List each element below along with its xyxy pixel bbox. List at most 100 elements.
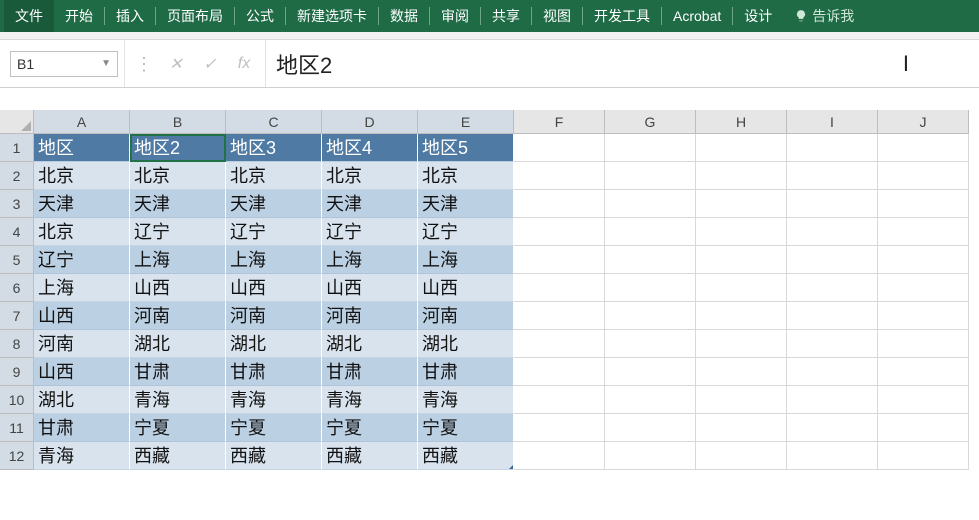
cell[interactable] xyxy=(514,190,605,218)
cancel-icon[interactable]: ✕ xyxy=(165,54,187,74)
cell[interactable]: 青海 xyxy=(418,386,514,414)
cell[interactable] xyxy=(878,246,969,274)
cell[interactable]: 北京 xyxy=(226,162,322,190)
col-header-G[interactable]: G xyxy=(605,110,696,134)
cell[interactable]: 山西 xyxy=(34,302,130,330)
cell[interactable]: 甘肃 xyxy=(418,358,514,386)
row-header[interactable]: 4 xyxy=(0,218,34,246)
cell[interactable]: 上海 xyxy=(34,274,130,302)
row-header[interactable]: 6 xyxy=(0,274,34,302)
col-header-E[interactable]: E xyxy=(418,110,514,134)
col-header-C[interactable]: C xyxy=(226,110,322,134)
cell[interactable] xyxy=(514,302,605,330)
cell[interactable]: 湖北 xyxy=(130,330,226,358)
cell[interactable] xyxy=(696,442,787,470)
cell[interactable] xyxy=(878,274,969,302)
col-header-A[interactable]: A xyxy=(34,110,130,134)
cell[interactable]: 宁夏 xyxy=(130,414,226,442)
cell[interactable]: 辽宁 xyxy=(130,218,226,246)
cell[interactable]: 西藏 xyxy=(130,442,226,470)
cell[interactable] xyxy=(514,386,605,414)
cell[interactable]: 辽宁 xyxy=(322,218,418,246)
row-header[interactable]: 11 xyxy=(0,414,34,442)
cell[interactable] xyxy=(787,134,878,162)
cell[interactable] xyxy=(696,162,787,190)
row-header[interactable]: 12 xyxy=(0,442,34,470)
cell[interactable] xyxy=(696,302,787,330)
cell[interactable]: 甘肃 xyxy=(130,358,226,386)
cell[interactable]: 上海 xyxy=(226,246,322,274)
cell[interactable]: 北京 xyxy=(322,162,418,190)
cell[interactable] xyxy=(605,190,696,218)
row-header[interactable]: 10 xyxy=(0,386,34,414)
cell[interactable]: 河南 xyxy=(322,302,418,330)
cell[interactable]: 山西 xyxy=(226,274,322,302)
cell[interactable]: 上海 xyxy=(322,246,418,274)
cell[interactable]: 辽宁 xyxy=(418,218,514,246)
cell[interactable] xyxy=(878,386,969,414)
cell[interactable]: 宁夏 xyxy=(418,414,514,442)
cell[interactable] xyxy=(878,218,969,246)
row-header[interactable]: 8 xyxy=(0,330,34,358)
cell-selected[interactable]: 地区2 xyxy=(130,134,226,162)
cell[interactable] xyxy=(514,414,605,442)
confirm-icon[interactable]: ✓ xyxy=(199,54,221,74)
tab-home[interactable]: 开始 xyxy=(54,0,104,32)
cell[interactable]: 西藏 xyxy=(226,442,322,470)
cell[interactable]: 北京 xyxy=(34,162,130,190)
cell[interactable] xyxy=(787,218,878,246)
cell[interactable]: 湖北 xyxy=(322,330,418,358)
row-header[interactable]: 1 xyxy=(0,134,34,162)
select-all-corner[interactable] xyxy=(0,110,34,134)
fx-icon[interactable]: fx xyxy=(233,55,255,73)
cell[interactable]: 北京 xyxy=(130,162,226,190)
cell[interactable]: 青海 xyxy=(34,442,130,470)
cell[interactable] xyxy=(696,218,787,246)
cell[interactable] xyxy=(787,442,878,470)
drag-handle-icon[interactable]: ⋮ xyxy=(135,55,153,73)
cell[interactable]: 西藏 xyxy=(418,442,514,470)
cell[interactable] xyxy=(787,246,878,274)
cell[interactable]: 地区3 xyxy=(226,134,322,162)
formula-input[interactable]: 地区2 I xyxy=(265,40,979,87)
tab-insert[interactable]: 插入 xyxy=(105,0,155,32)
cell[interactable] xyxy=(605,218,696,246)
cell[interactable]: 甘肃 xyxy=(226,358,322,386)
cell[interactable] xyxy=(514,218,605,246)
row-header[interactable]: 7 xyxy=(0,302,34,330)
col-header-J[interactable]: J xyxy=(878,110,969,134)
tab-new[interactable]: 新建选项卡 xyxy=(286,0,378,32)
cell[interactable]: 北京 xyxy=(34,218,130,246)
cell[interactable]: 河南 xyxy=(418,302,514,330)
cell[interactable] xyxy=(787,358,878,386)
row-header[interactable]: 3 xyxy=(0,190,34,218)
cell[interactable] xyxy=(514,134,605,162)
cell[interactable] xyxy=(787,414,878,442)
tab-formulas[interactable]: 公式 xyxy=(235,0,285,32)
cell[interactable] xyxy=(605,330,696,358)
cell[interactable]: 湖北 xyxy=(34,386,130,414)
tab-page-layout[interactable]: 页面布局 xyxy=(156,0,234,32)
cell[interactable] xyxy=(605,134,696,162)
cell[interactable] xyxy=(696,190,787,218)
col-header-I[interactable]: I xyxy=(787,110,878,134)
cell[interactable]: 天津 xyxy=(226,190,322,218)
col-header-D[interactable]: D xyxy=(322,110,418,134)
cell[interactable]: 地区4 xyxy=(322,134,418,162)
cell[interactable] xyxy=(514,330,605,358)
cell[interactable]: 宁夏 xyxy=(322,414,418,442)
cell[interactable] xyxy=(878,442,969,470)
cell[interactable] xyxy=(514,358,605,386)
cell[interactable] xyxy=(696,274,787,302)
cell[interactable] xyxy=(605,246,696,274)
col-header-B[interactable]: B xyxy=(130,110,226,134)
tab-share[interactable]: 共享 xyxy=(481,0,531,32)
cell[interactable]: 青海 xyxy=(226,386,322,414)
cell[interactable]: 宁夏 xyxy=(226,414,322,442)
cell[interactable] xyxy=(514,246,605,274)
cell[interactable] xyxy=(878,190,969,218)
cell[interactable] xyxy=(878,414,969,442)
tab-developer[interactable]: 开发工具 xyxy=(583,0,661,32)
cell[interactable] xyxy=(696,134,787,162)
cell[interactable]: 西藏 xyxy=(322,442,418,470)
